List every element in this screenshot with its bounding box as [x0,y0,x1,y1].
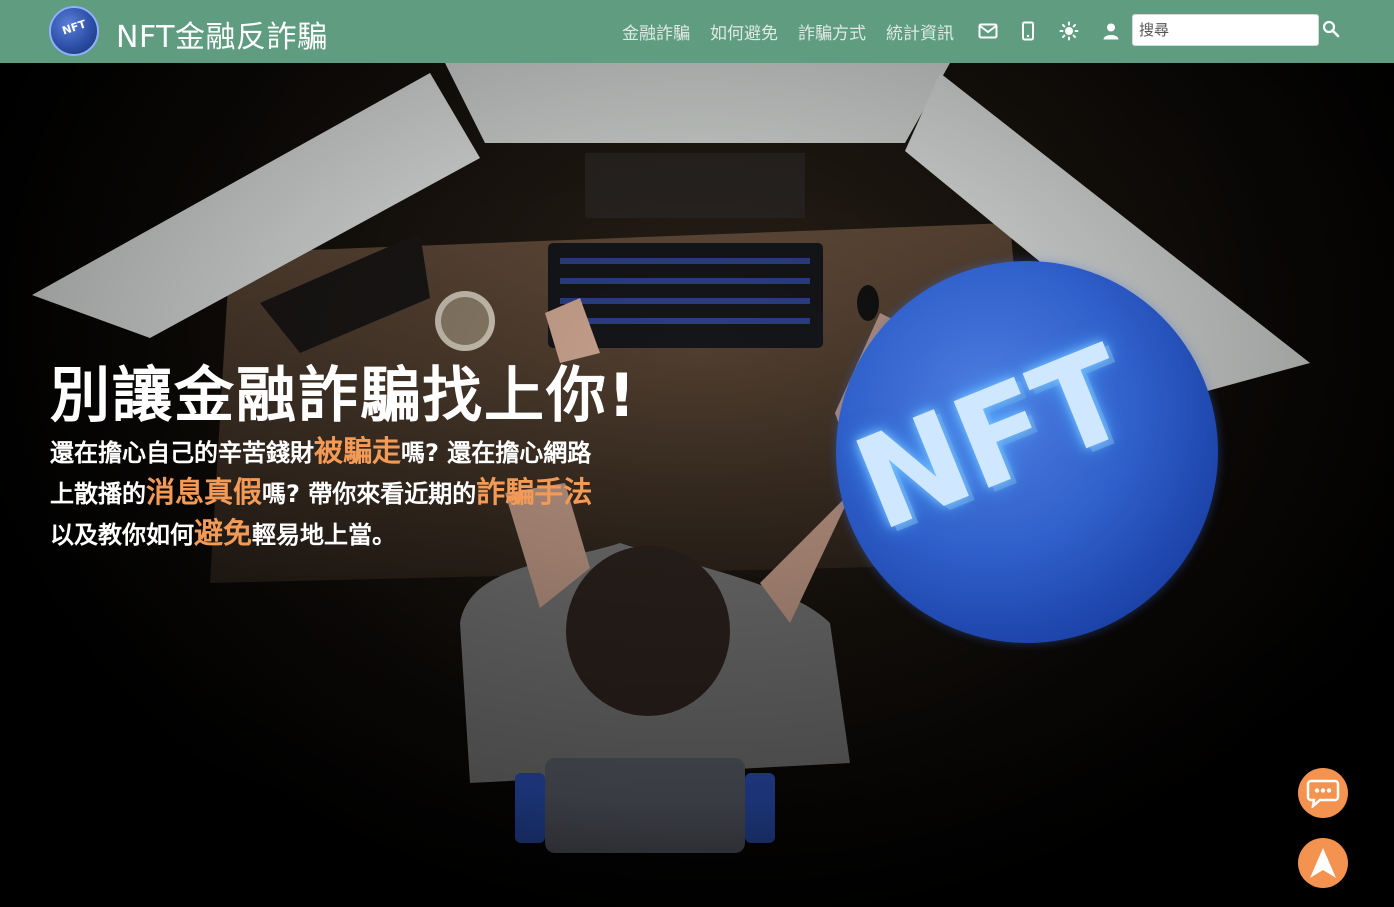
mobile-icon[interactable] [1019,21,1037,41]
scroll-to-top-button[interactable] [1298,838,1348,888]
logo-text: NFT [60,17,88,38]
brand-title[interactable]: NFT金融反詐騙 [116,12,328,56]
nft-badge-text: NFT [836,318,1148,561]
search-input[interactable] [1132,14,1319,46]
hero-paragraph: 還在擔心自己的辛苦錢財被騙走嗎? 還在擔心網路 上散播的消息真假嗎? 帶你來看近… [50,431,690,554]
user-icon[interactable] [1101,21,1121,41]
highlight-text: 被騙走 [314,434,402,468]
text-segment: 嗎? 還在擔心網路 [401,439,592,467]
hero-section: 別讓金融詐騙找上你! 還在擔心自己的辛苦錢財被騙走嗎? 還在擔心網路 上散播的消… [0,63,1394,907]
highlight-text: 消息真假 [146,475,263,509]
nav-link-statistics[interactable]: 統計資訊 [886,19,954,44]
hero-paragraph-line-2: 上散播的消息真假嗎? 帶你來看近期的詐騙手法 [50,472,690,513]
text-segment: 輕易地上當。 [252,521,397,549]
text-segment: 上散播的 [50,480,146,508]
text-segment: 嗎? 帶你來看近期的 [262,480,477,508]
arrow-up-icon [1310,848,1336,878]
logo[interactable]: NFT [49,6,99,56]
hero-paragraph-line-3: 以及教你如何避免輕易地上當。 [50,513,690,554]
brightness-icon[interactable] [1059,21,1079,41]
nav-link-how-to-avoid[interactable]: 如何避免 [710,19,778,44]
highlight-text: 詐騙手法 [476,475,593,509]
text-segment: 以及教你如何 [50,521,194,549]
search-icon[interactable] [1322,20,1340,38]
chat-button[interactable] [1298,768,1348,818]
nav-link-fraud-methods[interactable]: 詐騙方式 [798,19,866,44]
hero-paragraph-line-1: 還在擔心自己的辛苦錢財被騙走嗎? 還在擔心網路 [50,431,690,472]
hero-headline: 別讓金融詐騙找上你! [50,361,638,431]
mail-icon[interactable] [978,21,998,41]
chat-icon [1306,779,1340,808]
nft-badge-image: NFT [836,261,1218,643]
highlight-text: 避免 [194,516,253,550]
navbar: NFT NFT金融反詐騙 金融詐騙 如何避免 詐騙方式 統計資訊 [0,0,1394,63]
text-segment: 還在擔心自己的辛苦錢財 [50,439,314,467]
nav-link-financial-fraud[interactable]: 金融詐騙 [622,19,690,44]
